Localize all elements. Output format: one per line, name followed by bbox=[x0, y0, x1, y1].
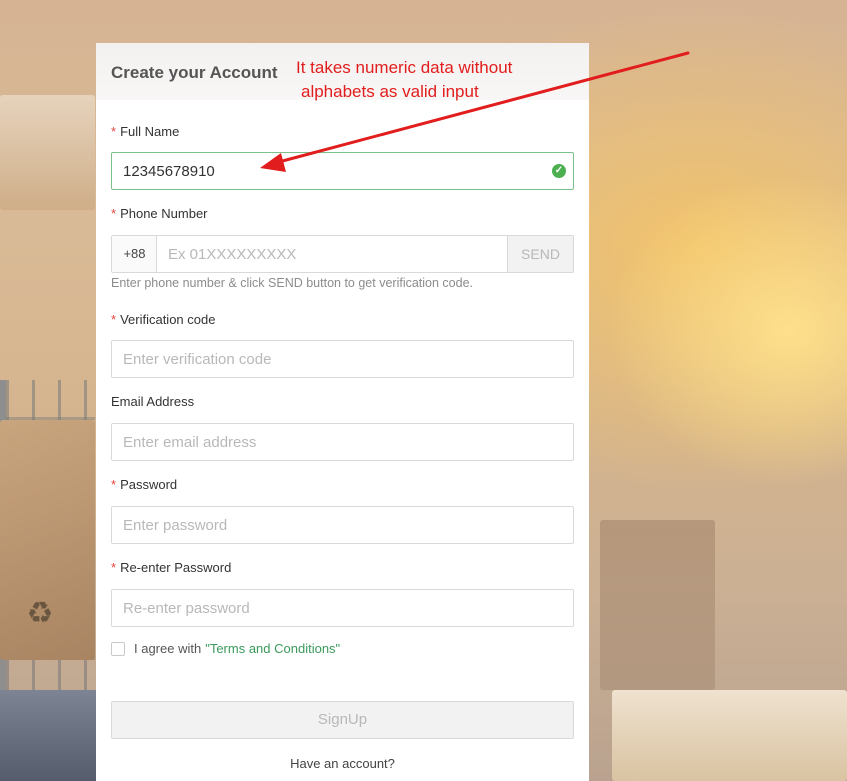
agree-row: I agree with "Terms and Conditions" bbox=[111, 641, 340, 656]
reenter-password-label: Re-enter Password bbox=[120, 560, 232, 575]
reenter-password-label-row: * Re-enter Password bbox=[111, 559, 574, 577]
full-name-label-row: * Full Name bbox=[111, 123, 574, 141]
email-label: Email Address bbox=[111, 394, 195, 409]
required-mark: * bbox=[111, 312, 117, 327]
full-name-label: Full Name bbox=[120, 124, 180, 139]
required-mark: * bbox=[111, 206, 117, 221]
email-label-row: Email Address bbox=[111, 393, 574, 411]
signup-button[interactable]: SignUp bbox=[111, 701, 574, 739]
agree-text: I agree with bbox=[134, 641, 202, 656]
reenter-password-input[interactable] bbox=[111, 589, 574, 627]
background-floor bbox=[0, 690, 96, 781]
have-account-link[interactable]: Have an account? bbox=[96, 756, 589, 771]
required-mark: * bbox=[111, 560, 117, 575]
check-circle-icon: ✓ bbox=[552, 164, 566, 178]
verification-label: Verification code bbox=[120, 312, 216, 327]
phone-label: Phone Number bbox=[120, 206, 208, 221]
annotation-line-1: It takes numeric data without bbox=[296, 58, 513, 77]
signup-card: Create your Account *Full Name ✓ *Phone … bbox=[96, 43, 589, 781]
country-code-prefix: +88 bbox=[111, 235, 157, 273]
recycle-icon: ♻ bbox=[26, 597, 54, 630]
annotation-note: It takes numeric data without alphabets … bbox=[296, 56, 576, 104]
background-box bbox=[612, 690, 847, 781]
terms-link[interactable]: "Terms and Conditions" bbox=[205, 641, 340, 656]
verification-code-input[interactable] bbox=[111, 340, 574, 378]
required-mark: * bbox=[111, 124, 117, 139]
required-mark: * bbox=[111, 477, 117, 492]
email-input[interactable] bbox=[111, 423, 574, 461]
phone-input[interactable] bbox=[156, 235, 508, 273]
phone-hint: Enter phone number & click SEND button t… bbox=[111, 276, 473, 290]
password-input[interactable] bbox=[111, 506, 574, 544]
agree-checkbox[interactable] bbox=[111, 641, 125, 656]
annotation-line-2: alphabets as valid input bbox=[301, 82, 479, 101]
send-code-button[interactable]: SEND bbox=[508, 235, 574, 273]
background-box bbox=[600, 520, 715, 690]
password-label: Password bbox=[120, 477, 178, 492]
full-name-input[interactable] bbox=[111, 152, 574, 190]
password-label-row: * Password bbox=[111, 476, 574, 494]
verification-label-row: * Verification code bbox=[111, 311, 574, 329]
phone-label-row: * Phone Number bbox=[111, 205, 574, 223]
background-box bbox=[0, 95, 95, 210]
